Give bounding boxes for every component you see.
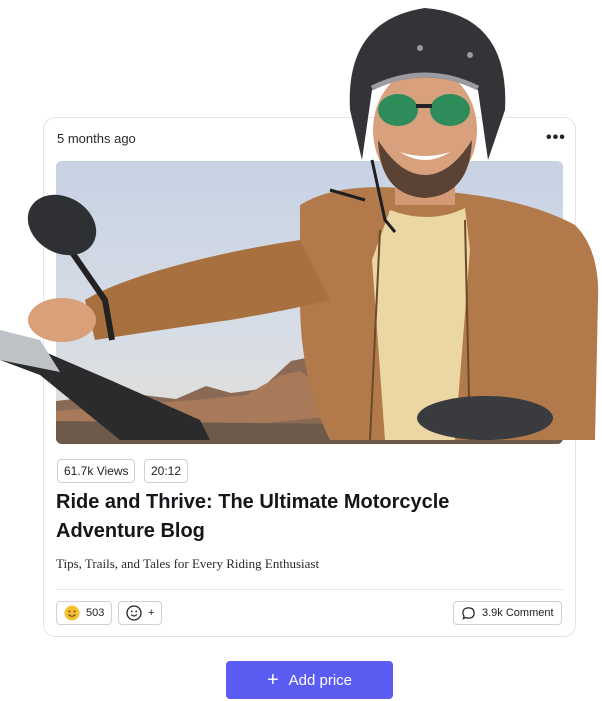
- post-subtitle: Tips, Trails, and Tales for Every Riding…: [56, 556, 320, 571]
- comment-icon: [462, 606, 475, 620]
- add-price-label: Add price: [288, 671, 353, 689]
- smiley-face-icon: [64, 605, 80, 621]
- reaction-count: 503: [86, 607, 105, 619]
- duration-badge: 20:12: [144, 459, 189, 483]
- post-timestamp: 5 months ago: [57, 131, 136, 146]
- comment-count: 3.9k Comment: [482, 607, 554, 619]
- comment-button[interactable]: 3.9k Comment: [453, 601, 562, 625]
- add-reaction-icon: [126, 605, 142, 621]
- post-title[interactable]: Ride and Thrive: The Ultimate Motorcycle…: [56, 488, 526, 546]
- views-label: 61.7k Views: [64, 464, 129, 478]
- divider: [56, 589, 563, 590]
- add-price-button[interactable]: + Add price: [226, 661, 393, 699]
- add-reaction-button[interactable]: +: [118, 601, 163, 625]
- more-options-icon[interactable]: •••: [546, 130, 566, 146]
- post-hero-image: [56, 161, 563, 444]
- landscape-illustration: [56, 161, 563, 444]
- plus-icon: +: [266, 669, 279, 691]
- views-badge: 61.7k Views: [57, 459, 136, 483]
- emoji-reaction-button[interactable]: 503: [56, 601, 113, 625]
- add-reaction-label: +: [148, 607, 155, 619]
- duration-label: 20:12: [151, 464, 182, 478]
